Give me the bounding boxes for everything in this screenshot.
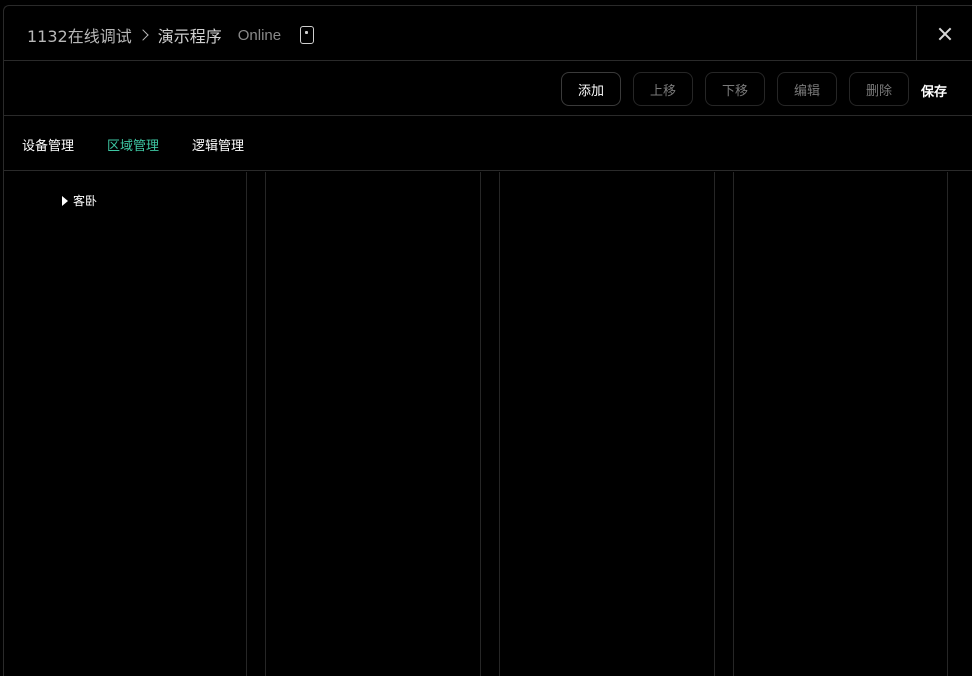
close-button[interactable]: [916, 6, 972, 61]
save-button[interactable]: 保存: [921, 81, 947, 100]
move-up-button[interactable]: 上移: [633, 72, 693, 106]
column-divider: [714, 172, 715, 676]
title-bar: 1132在线调试 演示程序 Online: [4, 6, 972, 61]
tab-bar: 设备管理 区域管理 逻辑管理: [4, 116, 972, 171]
column-divider: [480, 172, 481, 676]
column-divider: [499, 172, 500, 676]
caret-right-icon[interactable]: [62, 195, 68, 206]
tab-logic-management[interactable]: 逻辑管理: [192, 135, 244, 154]
toolbar: 添加 上移 下移 编辑 删除 保存: [4, 61, 972, 116]
debug-window: 1132在线调试 演示程序 Online 添加 上移 下移 编辑 删除 保存 设…: [3, 5, 972, 676]
tablet-icon[interactable]: [300, 26, 315, 44]
tab-device-management[interactable]: 设备管理: [22, 135, 74, 154]
tree-item[interactable]: 客卧: [62, 192, 97, 209]
tree-item-label: 客卧: [73, 194, 98, 208]
area-columns: 客卧: [4, 172, 972, 676]
column-divider: [246, 172, 247, 676]
edit-button[interactable]: 编辑: [777, 72, 837, 106]
breadcrumb: 1132在线调试 演示程序 Online: [27, 23, 315, 47]
status-label: Online: [237, 26, 282, 44]
add-button[interactable]: 添加: [561, 72, 621, 106]
breadcrumb-program: 演示程序: [157, 27, 222, 46]
tab-area-management[interactable]: 区域管理: [107, 135, 159, 154]
column-divider: [265, 172, 266, 676]
column-divider: [947, 172, 948, 676]
breadcrumb-project[interactable]: 1132在线调试: [27, 23, 132, 47]
close-icon: [938, 27, 952, 41]
column-divider: [733, 172, 734, 676]
delete-button[interactable]: 删除: [849, 72, 909, 106]
move-down-button[interactable]: 下移: [705, 72, 765, 106]
chevron-right-icon: [136, 27, 152, 43]
